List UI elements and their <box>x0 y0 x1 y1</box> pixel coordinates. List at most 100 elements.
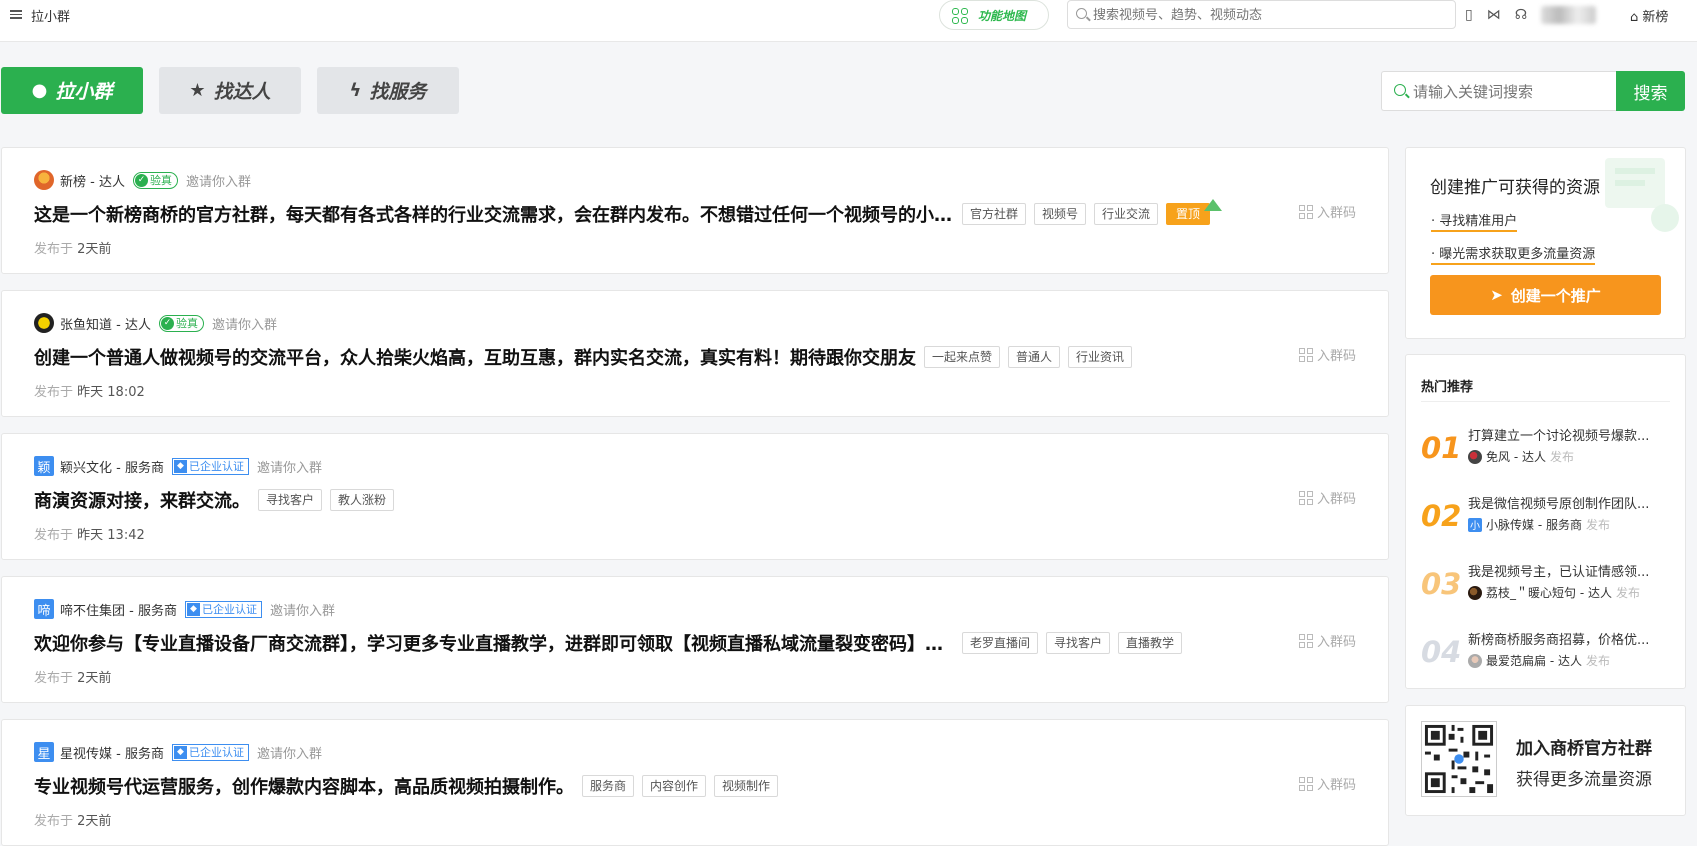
company-verified-badge: ◆ 已企业认证 <box>171 743 249 761</box>
tag[interactable]: 直播教学 <box>1118 632 1183 654</box>
tag[interactable]: 服务商 <box>582 775 635 797</box>
hot-item-meta: 小小脉传媒 - 服务商 发布 <box>1468 516 1610 533</box>
card-body: 商演资源对接，来群交流。 寻找客户 教人涨粉 <box>34 487 395 513</box>
tab-expert[interactable]: ★ 找达人 <box>159 67 301 114</box>
avatar[interactable] <box>34 313 54 333</box>
publish-date: 发布于 2天前 <box>34 667 111 686</box>
hot-item[interactable]: 01 打算建立一个讨论视频号爆款... 免风 - 达人 发布 <box>1421 425 1671 475</box>
headset-icon[interactable]: ☊ <box>1515 7 1527 23</box>
tag[interactable]: 行业资讯 <box>1068 346 1133 368</box>
tag[interactable]: 教人涨粉 <box>330 489 395 511</box>
top-search-box[interactable] <box>1067 0 1456 29</box>
keyword-search-box[interactable] <box>1381 71 1616 111</box>
hot-item[interactable]: 02 我是微信视频号原创制作团队... 小小脉传媒 - 服务商 发布 <box>1421 493 1671 543</box>
tag[interactable]: 寻找客户 <box>1046 632 1111 654</box>
rank-number: 03 <box>1421 567 1462 601</box>
date-prefix: 发布于 <box>34 814 74 829</box>
card-head: 张鱼知道 - 达人 ✓ 验真 邀请你入群 <box>34 313 277 333</box>
diamond-icon: ◆ <box>186 602 200 616</box>
hot-pub: 发布 <box>1549 450 1574 464</box>
avatar <box>1468 653 1482 668</box>
date-value: 2天前 <box>77 242 112 257</box>
author-name[interactable]: 张鱼知道 - 达人 <box>60 314 151 333</box>
mobile-icon[interactable]: ▯ <box>1465 7 1473 23</box>
qr-code-icon <box>1298 633 1313 648</box>
create-promotion-button[interactable]: ➤ 创建一个推广 <box>1430 275 1661 315</box>
hot-item-meta: 荔枝_＂暖心短句 - 达人 发布 <box>1468 584 1640 601</box>
hot-pub: 发布 <box>1615 586 1640 600</box>
mixed-icon[interactable]: ⋈ <box>1487 7 1501 23</box>
top-search-input[interactable] <box>1093 4 1443 26</box>
tag[interactable]: 视频号 <box>1034 203 1087 225</box>
hot-item-meta: 免风 - 达人 发布 <box>1468 448 1574 465</box>
author-name[interactable]: 啼不住集团 - 服务商 <box>60 600 177 619</box>
invite-text: 邀请你入群 <box>256 460 322 476</box>
tag[interactable]: 行业交流 <box>1094 203 1159 225</box>
hot-title: 热门推荐 <box>1421 380 1474 395</box>
hot-item-text[interactable]: 我是微信视频号原创制作团队... <box>1468 493 1668 512</box>
avatar[interactable] <box>34 170 54 190</box>
keyword-search-input[interactable] <box>1413 81 1609 103</box>
star-icon: ★ <box>189 80 206 101</box>
author-name[interactable]: 新榜 - 达人 <box>60 171 125 190</box>
tab-group[interactable]: ● 拉小群 <box>1 67 143 114</box>
group-qr-button[interactable]: 入群码 <box>1298 345 1356 364</box>
group-card[interactable]: 颖 颖兴文化 - 服务商 ◆ 已企业认证 邀请你入群 商演资源对接，来群交流。 寻… <box>1 433 1389 560</box>
author-name[interactable]: 颖兴文化 - 服务商 <box>60 457 164 476</box>
avatar[interactable]: 啼 <box>34 599 54 619</box>
qr-label: 入群码 <box>1316 778 1356 793</box>
card-title[interactable]: 创建一个普通人做视频号的交流平台，众人拾柴火焰高，互助互惠，群内实名交流，真实有… <box>34 344 916 370</box>
tag[interactable]: 视频制作 <box>714 775 779 797</box>
home-label: 新榜 <box>1642 10 1669 25</box>
hot-pub: 发布 <box>1585 518 1610 532</box>
group-qr-button[interactable]: 入群码 <box>1298 631 1356 650</box>
card-title[interactable]: 欢迎你参与【专业直播设备厂商交流群】，学习更多专业直播教学，进群即可领取【视频直… <box>34 630 954 656</box>
hot-item-text[interactable]: 新榜商桥服务商招募，价格优... <box>1468 629 1668 648</box>
pinned-badge: 置顶 <box>1166 199 1223 225</box>
group-qr-button[interactable]: 入群码 <box>1298 774 1356 793</box>
avatar[interactable] <box>1541 6 1597 24</box>
home-link[interactable]: ⌂ 新榜 <box>1630 6 1668 25</box>
card-title[interactable]: 这是一个新榜商桥的官方社群，每天都有各式各样的行业交流需求，会在群内发布。不想错… <box>34 201 954 227</box>
tag[interactable]: 寻找客户 <box>258 489 323 511</box>
tag[interactable]: 老罗直播间 <box>962 632 1039 654</box>
rank-number: 01 <box>1421 431 1462 465</box>
tag[interactable]: 普通人 <box>1008 346 1061 368</box>
group-qr-button[interactable]: 入群码 <box>1298 488 1356 507</box>
menu-icon[interactable] <box>10 8 22 20</box>
badge-label: 已企业认证 <box>188 746 244 759</box>
qr-label: 入群码 <box>1316 206 1356 221</box>
card-title[interactable]: 专业视频号代运营服务，创作爆款内容脚本，高品质视频拍摄制作。 <box>34 773 574 799</box>
hot-pub: 发布 <box>1585 654 1610 668</box>
function-map-label: 功能地图 <box>978 9 1027 23</box>
tab-service[interactable]: ϟ 找服务 <box>317 67 459 114</box>
tag[interactable]: 内容创作 <box>642 775 707 797</box>
date-value: 2天前 <box>77 814 112 829</box>
rank-number: 04 <box>1421 635 1462 669</box>
avatar[interactable]: 颖 <box>34 456 54 476</box>
group-card[interactable]: 啼 啼不住集团 - 服务商 ◆ 已企业认证 邀请你入群 欢迎你参与【专业直播设备厂… <box>1 576 1389 703</box>
qr-code-image[interactable] <box>1421 721 1497 797</box>
diamond-icon: ◆ <box>173 745 187 759</box>
hot-item-text[interactable]: 打算建立一个讨论视频号爆款... <box>1468 425 1668 444</box>
tag[interactable]: 官方社群 <box>962 203 1027 225</box>
hot-item[interactable]: 04 新榜商桥服务商招募，价格优... 最爱范扁扁 - 达人 发布 <box>1421 629 1671 679</box>
author-name[interactable]: 星视传媒 - 服务商 <box>60 743 164 762</box>
avatar[interactable]: 星 <box>34 742 54 762</box>
tag[interactable]: 一起来点赞 <box>924 346 1001 368</box>
hot-item[interactable]: 03 我是视频号主，已认证情感领... 荔枝_＂暖心短句 - 达人 发布 <box>1421 561 1671 611</box>
hot-author: 免风 - 达人 <box>1486 450 1546 464</box>
chat-bubble-icon: ● <box>31 80 48 101</box>
group-card[interactable]: 新榜 - 达人 ✓ 验真 邀请你入群 这是一个新榜商桥的官方社群，每天都有各式各样… <box>1 147 1389 274</box>
invite-text: 邀请你入群 <box>256 746 322 762</box>
group-card[interactable]: 张鱼知道 - 达人 ✓ 验真 邀请你入群 创建一个普通人做视频号的交流平台，众人拾… <box>1 290 1389 417</box>
card-title[interactable]: 商演资源对接，来群交流。 <box>34 487 250 513</box>
search-button[interactable]: 搜索 <box>1616 71 1685 111</box>
qr-label: 入群码 <box>1316 492 1356 507</box>
hot-item-text[interactable]: 我是视频号主，已认证情感领... <box>1468 561 1668 580</box>
card-head: 星 星视传媒 - 服务商 ◆ 已企业认证 邀请你入群 <box>34 742 322 762</box>
group-qr-button[interactable]: 入群码 <box>1298 202 1356 221</box>
group-card[interactable]: 星 星视传媒 - 服务商 ◆ 已企业认证 邀请你入群 专业视频号代运营服务，创作爆… <box>1 719 1389 846</box>
function-map-button[interactable]: 功能地图 <box>939 0 1049 30</box>
check-icon: ✓ <box>160 316 174 330</box>
